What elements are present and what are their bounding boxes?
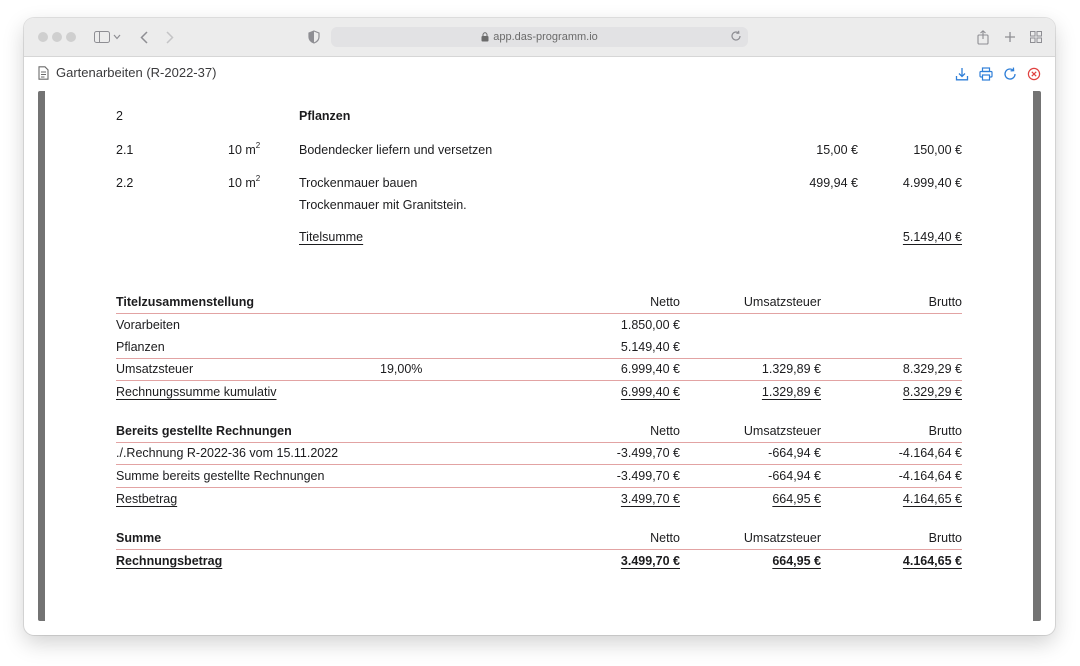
forward-arrow-icon[interactable]	[160, 27, 180, 47]
item-quantity: 10 m2	[228, 174, 261, 190]
col-brutto-header: Brutto	[928, 295, 962, 309]
minimize-window-dot[interactable]	[52, 32, 62, 42]
item-total: 4.999,40 €	[902, 176, 962, 190]
summary-row-label: Vorarbeiten	[116, 318, 180, 332]
vat-row-label: Umsatzsteuer	[116, 362, 194, 376]
previous-sum-netto: -3.499,70 €	[616, 469, 680, 483]
item-total: 150,00 €	[913, 143, 962, 157]
col-brutto-header: Brutto	[928, 424, 962, 438]
cumulative-netto: 6.999,40 €	[620, 385, 680, 399]
document-header: Gartenarbeiten (R-2022-37)	[24, 57, 1055, 91]
col-netto-header: Netto	[650, 531, 680, 545]
previous-invoice-netto: -3.499,70 €	[616, 446, 680, 460]
invoice-sheet: 2 Pflanzen 2.1 10 m2 Bodendecker liefern…	[45, 91, 1033, 621]
table-rule	[116, 487, 962, 488]
privacy-shield-icon[interactable]	[304, 27, 324, 47]
item-number: 2.1	[116, 143, 134, 157]
document-viewer[interactable]: 2 Pflanzen 2.1 10 m2 Bodendecker liefern…	[38, 91, 1041, 621]
zoom-window-dot[interactable]	[66, 32, 76, 42]
vat-row-ust: 1.329,89 €	[761, 362, 821, 376]
invoice-amount-brutto: 4.164,65 €	[902, 554, 962, 568]
download-icon[interactable]	[954, 66, 970, 82]
invoice-amount-ust: 664,95 €	[772, 554, 821, 568]
cumulative-ust: 1.329,89 €	[761, 385, 821, 399]
table-rule	[116, 358, 962, 359]
item-number: 2.2	[116, 176, 134, 190]
browser-toolbar: app.das-programm.io	[24, 18, 1055, 57]
document-title: Gartenarbeiten (R-2022-37)	[56, 65, 217, 80]
title-sum-value: 5.149,40 €	[902, 230, 962, 244]
table-rule	[116, 464, 962, 465]
reload-page-icon[interactable]	[730, 30, 742, 42]
remaining-label: Restbetrag	[116, 492, 178, 506]
chevron-down-icon[interactable]	[111, 27, 123, 47]
print-icon[interactable]	[978, 66, 994, 82]
previous-sum-label: Summe bereits gestellte Rechnungen	[116, 469, 325, 483]
sidebar-toggle-icon[interactable]	[92, 27, 112, 47]
title-sum-label: Titelsumme	[299, 230, 364, 244]
summary-heading: Titelzusammenstellung	[116, 295, 254, 309]
summary-row-label: Pflanzen	[116, 340, 165, 354]
close-window-dot[interactable]	[38, 32, 48, 42]
refresh-icon[interactable]	[1002, 66, 1018, 82]
col-netto-header: Netto	[650, 424, 680, 438]
cumulative-brutto: 8.329,29 €	[902, 385, 962, 399]
share-icon[interactable]	[973, 27, 993, 47]
col-netto-header: Netto	[650, 295, 680, 309]
previous-invoices-heading: Bereits gestellte Rechnungen	[116, 424, 292, 438]
summary-row-netto: 1.850,00 €	[620, 318, 680, 332]
tab-overview-icon[interactable]	[1026, 27, 1046, 47]
invoice-amount-label: Rechnungsbetrag	[116, 554, 223, 568]
table-rule	[116, 549, 962, 550]
invoice-amount-netto: 3.499,70 €	[620, 554, 680, 568]
table-rule	[116, 380, 962, 381]
url-text: app.das-programm.io	[493, 31, 598, 43]
vat-row-brutto: 8.329,29 €	[902, 362, 962, 376]
vat-row-netto: 6.999,40 €	[620, 362, 680, 376]
back-arrow-icon[interactable]	[134, 27, 154, 47]
document-icon	[38, 66, 52, 82]
close-icon[interactable]	[1026, 66, 1042, 82]
col-ust-header: Umsatzsteuer	[743, 295, 821, 309]
item-quantity: 10 m2	[228, 141, 261, 157]
browser-window: app.das-programm.io Gartenarbeiten (R-20…	[24, 18, 1055, 635]
vat-rate: 19,00%	[380, 362, 423, 376]
item-description: Bodendecker liefern und versetzen	[299, 143, 493, 157]
table-rule	[116, 442, 962, 443]
remaining-ust: 664,95 €	[772, 492, 821, 506]
item-description: Trockenmauer bauen	[299, 176, 418, 190]
total-heading: Summe	[116, 531, 162, 545]
group-title: Pflanzen	[299, 109, 351, 123]
previous-sum-ust: -664,94 €	[768, 469, 821, 483]
previous-invoice-label: ./.Rechnung R-2022-36 vom 15.11.2022	[116, 446, 339, 460]
previous-invoice-brutto: -4.164,64 €	[898, 446, 962, 460]
previous-invoice-ust: -664,94 €	[768, 446, 821, 460]
group-number: 2	[116, 109, 123, 123]
col-ust-header: Umsatzsteuer	[743, 531, 821, 545]
summary-row-netto: 5.149,40 €	[620, 340, 680, 354]
lock-icon	[481, 32, 489, 42]
remaining-netto: 3.499,70 €	[620, 492, 680, 506]
col-brutto-header: Brutto	[928, 531, 962, 545]
item-long-text: Trockenmauer mit Granitstein.	[299, 198, 467, 212]
remaining-brutto: 4.164,65 €	[902, 492, 962, 506]
col-ust-header: Umsatzsteuer	[743, 424, 821, 438]
previous-sum-brutto: -4.164,64 €	[898, 469, 962, 483]
cumulative-label: Rechnungssumme kumulativ	[116, 385, 277, 399]
new-tab-icon[interactable]	[1000, 27, 1020, 47]
address-bar[interactable]: app.das-programm.io	[331, 27, 748, 47]
table-rule	[116, 313, 962, 314]
